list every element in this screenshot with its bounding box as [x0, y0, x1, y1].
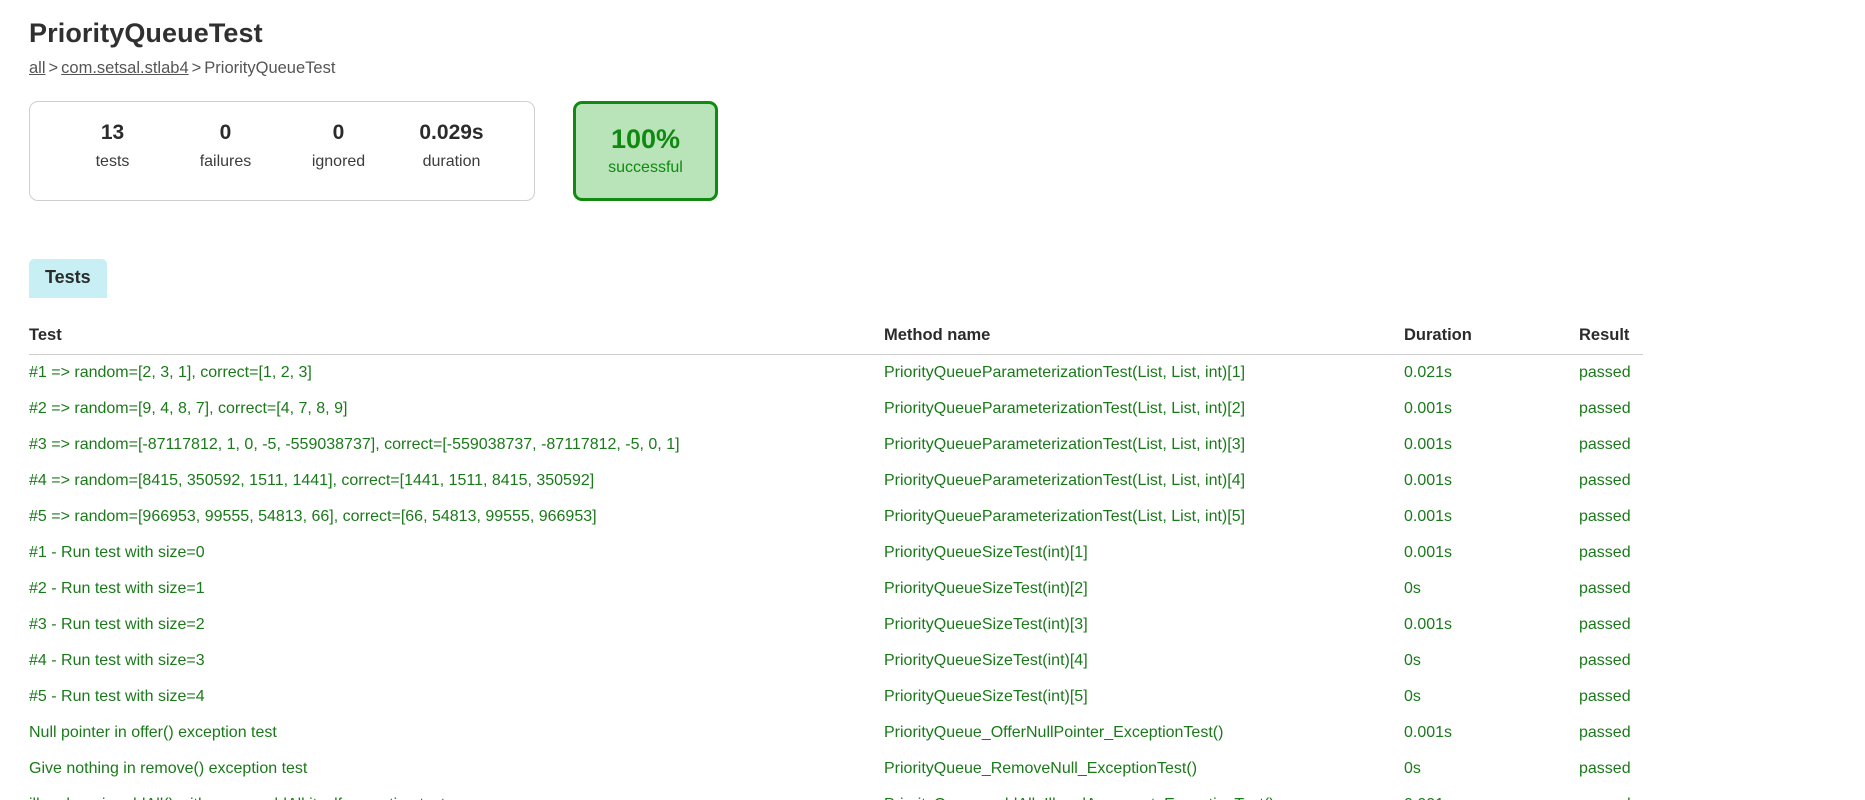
- table-row: #3 => random=[-87117812, 1, 0, -5, -5590…: [29, 427, 1643, 463]
- cell-result: passed: [1579, 615, 1631, 633]
- table-row: illegal arg in addAll() with queue addAl…: [29, 786, 1643, 800]
- tab-tests[interactable]: Tests: [29, 258, 107, 298]
- stat-failures: 0 failures: [169, 117, 282, 177]
- table-row: #5 => random=[966953, 99555, 54813, 66],…: [29, 499, 1643, 535]
- breadcrumb-current: PriorityQueueTest: [204, 59, 336, 78]
- stat-duration: 0.029s duration: [395, 117, 508, 177]
- cell-method: PriorityQueueParameterizationTest(List, …: [884, 435, 1246, 453]
- stat-ignored: 0 ignored: [282, 117, 395, 177]
- cell-result: passed: [1579, 399, 1631, 417]
- cell-test: #4 - Run test with size=3: [29, 651, 205, 669]
- cell-duration: 0s: [1404, 759, 1421, 777]
- cell-method: PriorityQueue_RemoveNull_ExceptionTest(): [884, 759, 1198, 777]
- cell-result: passed: [1579, 507, 1631, 525]
- cell-result: passed: [1579, 579, 1631, 597]
- table-row: #5 - Run test with size=4 PriorityQueueSi…: [29, 679, 1643, 715]
- cell-duration: 0s: [1404, 651, 1421, 669]
- table-header-row: Test Method name Duration Result: [29, 325, 1643, 355]
- stat-failures-label: failures: [199, 153, 252, 171]
- cell-result: passed: [1579, 687, 1631, 705]
- cell-duration: 0.001s: [1404, 507, 1453, 525]
- cell-method: PriorityQueueSizeTest(int)[4]: [884, 651, 1088, 669]
- table-row: #1 - Run test with size=0 PriorityQueueSi…: [29, 535, 1643, 571]
- breadcrumb-link-all[interactable]: all: [29, 59, 46, 77]
- cell-test: #1 => random=[2, 3, 1], correct=[1, 2, 3…: [29, 363, 312, 381]
- stat-ignored-value: 0: [332, 120, 345, 144]
- cell-test: #3 - Run test with size=2: [29, 615, 205, 633]
- cell-duration: 0.021s: [1404, 363, 1453, 381]
- table-row: Null pointer in offer() exception test Pr…: [29, 715, 1643, 751]
- cell-test: #3 => random=[-87117812, 1, 0, -5, -5590…: [29, 435, 680, 453]
- cell-method: PriorityQueueSizeTest(int)[5]: [884, 687, 1088, 705]
- page-title: PriorityQueueTest: [29, 18, 263, 48]
- table-row: #4 => random=[8415, 350592, 1511, 1441],…: [29, 463, 1643, 499]
- cell-duration: 0.001s: [1404, 399, 1453, 417]
- summary-row: 13 tests 0 failures 0 ignored 0.029s dur…: [29, 100, 1865, 201]
- column-header-result: Result: [1579, 325, 1643, 355]
- cell-test: #2 - Run test with size=1: [29, 579, 205, 597]
- stat-duration-value: 0.029s: [419, 120, 484, 144]
- stat-tests-value: 13: [100, 120, 125, 144]
- cell-result: passed: [1579, 723, 1631, 741]
- breadcrumb-separator-1: >: [48, 59, 59, 78]
- table-row: #3 - Run test with size=2 PriorityQueueSi…: [29, 607, 1643, 643]
- table-row: Give nothing in remove() exception test P…: [29, 751, 1643, 787]
- table-row: #1 => random=[2, 3, 1], correct=[1, 2, 3…: [29, 354, 1643, 391]
- success-rate-percent: 100%: [610, 124, 681, 155]
- cell-duration: 0.001s: [1404, 471, 1453, 489]
- cell-result: passed: [1579, 363, 1631, 381]
- breadcrumb: all > com.setsal.stlab4 > PriorityQueueTest: [29, 59, 1865, 79]
- cell-method: PriorityQueueSizeTest(int)[1]: [884, 543, 1088, 561]
- cell-duration: 0.001s: [1404, 543, 1453, 561]
- cell-duration: 0.001s: [1404, 786, 1579, 800]
- cell-duration: 0.001s: [1404, 723, 1453, 741]
- cell-result: passed: [1579, 651, 1631, 669]
- cell-method: PriorityQueueSizeTest(int)[2]: [884, 579, 1088, 597]
- table-row: #2 - Run test with size=1 PriorityQueueSi…: [29, 571, 1643, 607]
- stat-duration-label: duration: [422, 153, 481, 171]
- cell-test: #5 => random=[966953, 99555, 54813, 66],…: [29, 507, 597, 525]
- test-results-table: Test Method name Duration Result #1 => r…: [29, 325, 1643, 800]
- cell-result: passed: [1579, 759, 1631, 777]
- breadcrumb-link-package[interactable]: com.setsal.stlab4: [61, 59, 188, 77]
- test-results-body: #1 => random=[2, 3, 1], correct=[1, 2, 3…: [29, 354, 1643, 800]
- success-rate-box: 100% successful: [573, 100, 718, 201]
- column-header-test: Test: [29, 325, 884, 355]
- cell-method: PriorityQueueParameterizationTest(List, …: [884, 471, 1246, 489]
- cell-method: PriorityQueueParameterizationTest(List, …: [884, 507, 1246, 525]
- cell-test: illegal arg in addAll() with queue addAl…: [29, 786, 884, 800]
- cell-method: PriorityQueueParameterizationTest(List, …: [884, 399, 1246, 417]
- stat-failures-value: 0: [219, 120, 232, 144]
- cell-duration: 0s: [1404, 687, 1421, 705]
- stat-tests: 13 tests: [56, 117, 169, 177]
- cell-test: Give nothing in remove() exception test: [29, 759, 308, 777]
- stat-ignored-label: ignored: [311, 153, 366, 171]
- cell-method: PriorityQueue_addAll_IllegalArgument_Exc…: [884, 786, 1404, 800]
- cell-result: passed: [1579, 786, 1643, 800]
- table-row: #2 => random=[9, 4, 8, 7], correct=[4, 7…: [29, 391, 1643, 427]
- cell-method: PriorityQueueParameterizationTest(List, …: [884, 363, 1246, 381]
- success-rate-label: successful: [608, 158, 683, 176]
- cell-test: #1 - Run test with size=0: [29, 543, 205, 561]
- summary-stats-box: 13 tests 0 failures 0 ignored 0.029s dur…: [29, 100, 535, 201]
- cell-duration: 0s: [1404, 579, 1421, 597]
- cell-method: PriorityQueue_OfferNullPointer_Exception…: [884, 723, 1224, 741]
- cell-result: passed: [1579, 435, 1631, 453]
- cell-method: PriorityQueueSizeTest(int)[3]: [884, 615, 1088, 633]
- column-header-method-name: Method name: [884, 325, 1404, 355]
- cell-test: #4 => random=[8415, 350592, 1511, 1441],…: [29, 471, 595, 489]
- cell-test: #5 - Run test with size=4: [29, 687, 205, 705]
- cell-result: passed: [1579, 543, 1631, 561]
- cell-test: Null pointer in offer() exception test: [29, 723, 277, 741]
- table-row: #4 - Run test with size=3 PriorityQueueSi…: [29, 643, 1643, 679]
- cell-test: #2 => random=[9, 4, 8, 7], correct=[4, 7…: [29, 399, 348, 417]
- stat-tests-label: tests: [95, 153, 130, 171]
- test-report-page: PriorityQueueTest all > com.setsal.stlab4 >…: [0, 0, 1865, 800]
- column-header-duration: Duration: [1404, 325, 1579, 355]
- cell-duration: 0.001s: [1404, 435, 1453, 453]
- cell-result: passed: [1579, 471, 1631, 489]
- cell-duration: 0.001s: [1404, 615, 1453, 633]
- breadcrumb-separator-2: >: [191, 59, 202, 78]
- tab-bar: Tests: [29, 258, 1865, 298]
